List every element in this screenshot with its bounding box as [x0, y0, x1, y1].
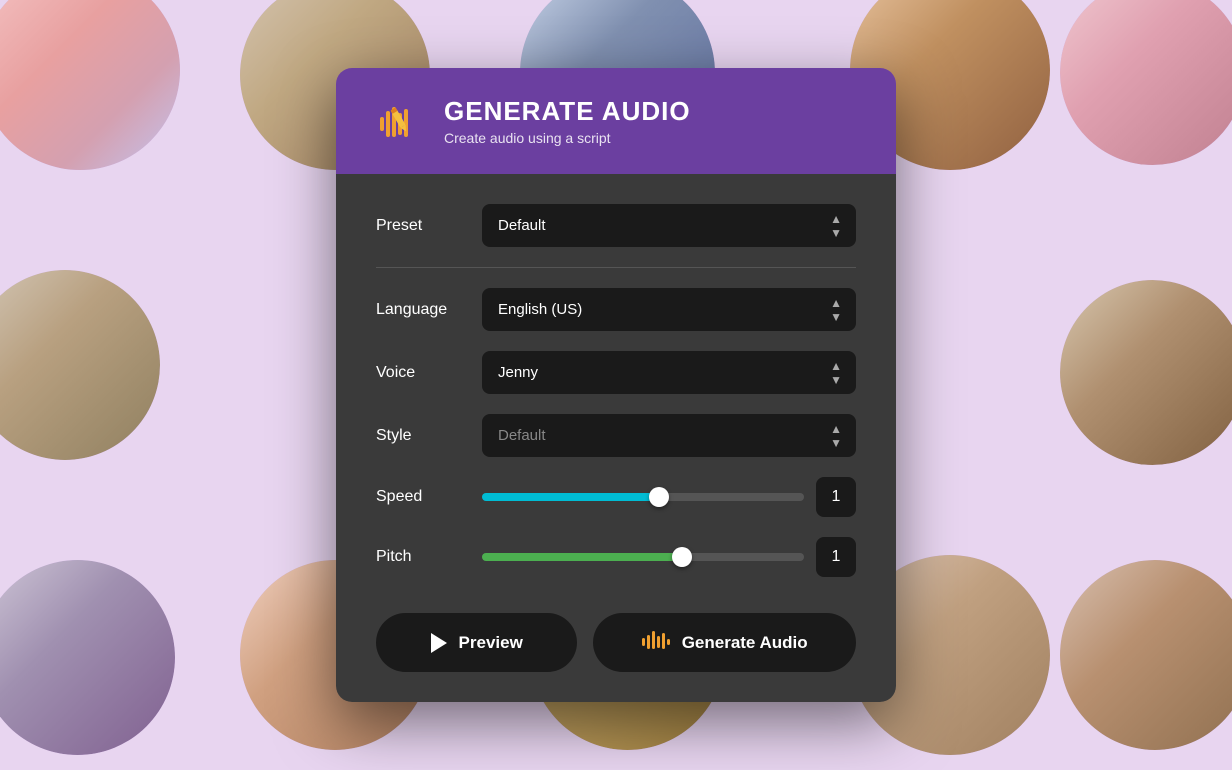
language-row: Language English (US) English (UK) Spani…	[376, 288, 856, 331]
modal-subtitle: Create audio using a script	[444, 130, 691, 146]
generate-audio-button[interactable]: Generate Audio	[593, 613, 856, 672]
bg-circle-7	[1060, 280, 1232, 465]
voice-select[interactable]: Jenny Guy Aria Davis	[482, 351, 856, 394]
modal-footer: Preview Generate Audio	[336, 613, 896, 702]
language-control: English (US) English (UK) Spanish French…	[482, 288, 856, 331]
speed-label: Speed	[376, 488, 466, 506]
pitch-control: 1	[482, 537, 856, 577]
bg-circle-1	[0, 0, 180, 170]
bg-circle-8	[0, 560, 175, 755]
preset-row: Preset Default News Conversational Custo…	[376, 204, 856, 247]
pitch-value: 1	[816, 537, 856, 577]
style-select[interactable]: Default	[482, 414, 856, 457]
bg-circle-5	[1060, 0, 1232, 165]
generate-audio-modal: GENERATE AUDIO Create audio using a scri…	[336, 68, 896, 702]
header-icon-wrap	[376, 97, 424, 145]
speed-row: Speed 1	[376, 477, 856, 517]
speed-control: 1	[482, 477, 856, 517]
generate-icon-svg	[642, 629, 670, 651]
pitch-slider-track[interactable]	[482, 553, 804, 561]
pitch-row: Pitch 1	[376, 537, 856, 577]
speed-slider-row: 1	[482, 477, 856, 517]
language-select[interactable]: English (US) English (UK) Spanish French…	[482, 288, 856, 331]
header-text: GENERATE AUDIO Create audio using a scri…	[444, 96, 691, 146]
language-label: Language	[376, 301, 466, 319]
preset-select-wrapper: Default News Conversational Custom ▲ ▼	[482, 204, 856, 247]
voice-select-wrapper: Jenny Guy Aria Davis ▲ ▼	[482, 351, 856, 394]
voice-control: Jenny Guy Aria Davis ▲ ▼	[482, 351, 856, 394]
style-label: Style	[376, 427, 466, 445]
generate-label: Generate Audio	[682, 633, 808, 653]
bg-circle-6	[0, 270, 160, 460]
speed-slider-thumb[interactable]	[649, 487, 669, 507]
speed-slider-track[interactable]	[482, 493, 804, 501]
style-select-wrapper: Default ▲ ▼	[482, 414, 856, 457]
style-row: Style Default ▲ ▼	[376, 414, 856, 457]
pitch-slider-thumb[interactable]	[672, 547, 692, 567]
preset-label: Preset	[376, 217, 466, 235]
language-select-wrapper: English (US) English (UK) Spanish French…	[482, 288, 856, 331]
generate-waveform-icon	[642, 629, 670, 656]
voice-label: Voice	[376, 364, 466, 382]
preset-control: Default News Conversational Custom ▲ ▼	[482, 204, 856, 247]
bg-circle-12	[1060, 560, 1232, 750]
waveform-pencil-icon	[378, 99, 422, 143]
speed-value: 1	[816, 477, 856, 517]
style-control: Default ▲ ▼	[482, 414, 856, 457]
modal-header: GENERATE AUDIO Create audio using a scri…	[336, 68, 896, 174]
preview-button[interactable]: Preview	[376, 613, 577, 672]
modal-title: GENERATE AUDIO	[444, 96, 691, 127]
pitch-slider-row: 1	[482, 537, 856, 577]
divider-1	[376, 267, 856, 268]
pitch-label: Pitch	[376, 548, 466, 566]
preset-select[interactable]: Default News Conversational Custom	[482, 204, 856, 247]
modal-body: Preset Default News Conversational Custo…	[336, 174, 896, 613]
voice-row: Voice Jenny Guy Aria Davis ▲ ▼	[376, 351, 856, 394]
play-icon	[431, 633, 447, 653]
preview-label: Preview	[459, 633, 523, 653]
